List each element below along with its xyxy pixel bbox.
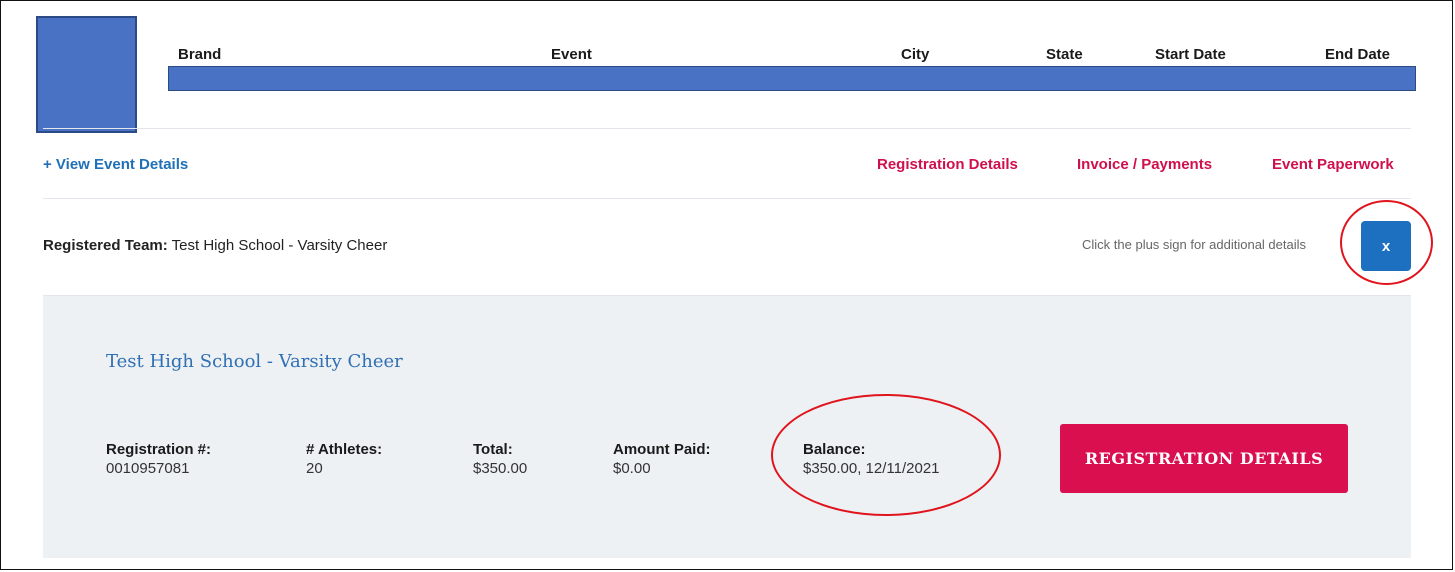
registration-details-button[interactable]: REGISTRATION DETAILS [1060,424,1348,493]
annotation-circle-balance [771,394,1001,516]
stat-label: Total: [473,441,513,458]
column-header-state: State [1046,46,1083,63]
details-hint-text: Click the plus sign for additional detai… [1082,237,1307,252]
column-header-event: Event [551,46,592,63]
divider [43,128,1411,129]
stat-value: 20 [306,460,323,477]
column-header-start-date: Start Date [1155,46,1226,63]
stat-total: Total: $350.00 [473,440,527,478]
stat-athletes: # Athletes: 20 [306,440,382,478]
registered-team-name: Test High School - Varsity Cheer [171,237,388,254]
column-header-end-date: End Date [1325,46,1391,63]
annotation-circle-toggle [1340,200,1433,285]
column-header-city: City [901,46,930,63]
stat-value: 0010957081 [106,460,190,477]
stat-label: # Athletes: [306,441,383,458]
panel-team-title: Test High School - Varsity Cheer [106,351,403,372]
stat-amount-paid: Amount Paid: $0.00 [613,440,711,478]
registered-team: Registered Team: Test High School - Vars… [43,237,387,254]
stat-registration-number: Registration #: 0010957081 [106,440,211,478]
view-event-details-link[interactable]: + View Event Details [43,156,188,173]
column-header-brand: Brand [178,46,222,63]
stat-value: $350.00 [473,460,528,477]
registration-detail-panel: Test High School - Varsity Cheer Registr… [43,296,1411,558]
registered-team-label: Registered Team: [43,237,168,254]
event-info-bar [168,66,1416,91]
stat-label: Amount Paid: [613,441,711,458]
invoice-payments-link[interactable]: Invoice / Payments [1077,156,1212,173]
event-paperwork-link[interactable]: Event Paperwork [1272,156,1394,173]
divider [43,198,1411,199]
event-logo-placeholder [36,16,137,133]
registration-details-link[interactable]: Registration Details [877,156,1018,173]
stat-label: Registration #: [106,441,212,458]
stat-value: $0.00 [613,460,651,477]
